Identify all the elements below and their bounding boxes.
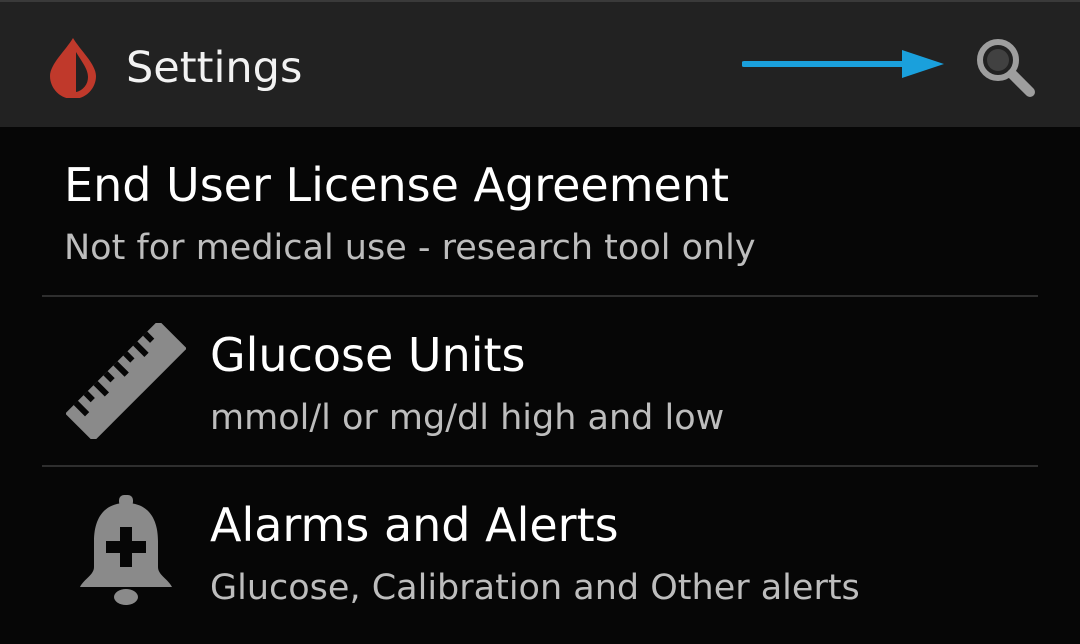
search-icon bbox=[977, 39, 1035, 97]
arrow-right-icon bbox=[741, 46, 946, 82]
ruler-icon bbox=[65, 320, 187, 443]
action-bar: Settings bbox=[0, 0, 1080, 127]
glucose-units-title: Glucose Units bbox=[210, 328, 526, 382]
settings-item-glucose-units[interactable]: Glucose Units mmol/l or mg/dl high and l… bbox=[0, 297, 1080, 465]
eula-title: End User License Agreement bbox=[64, 158, 730, 212]
blood-drop-icon[interactable] bbox=[46, 36, 100, 99]
alarms-subtitle: Glucose, Calibration and Other alerts bbox=[210, 568, 860, 608]
eula-subtitle: Not for medical use - research tool only bbox=[64, 228, 756, 268]
settings-item-eula[interactable]: End User License Agreement Not for medic… bbox=[0, 127, 1080, 297]
search-button[interactable] bbox=[968, 32, 1042, 102]
alarms-title: Alarms and Alerts bbox=[210, 498, 619, 552]
glucose-units-subtitle: mmol/l or mg/dl high and low bbox=[210, 398, 725, 438]
page-title: Settings bbox=[126, 43, 303, 93]
settings-screen: Settings End User License Agreement Not … bbox=[0, 0, 1080, 644]
bell-plus-icon bbox=[76, 493, 176, 611]
settings-item-alarms[interactable]: Alarms and Alerts Glucose, Calibration a… bbox=[0, 467, 1080, 644]
